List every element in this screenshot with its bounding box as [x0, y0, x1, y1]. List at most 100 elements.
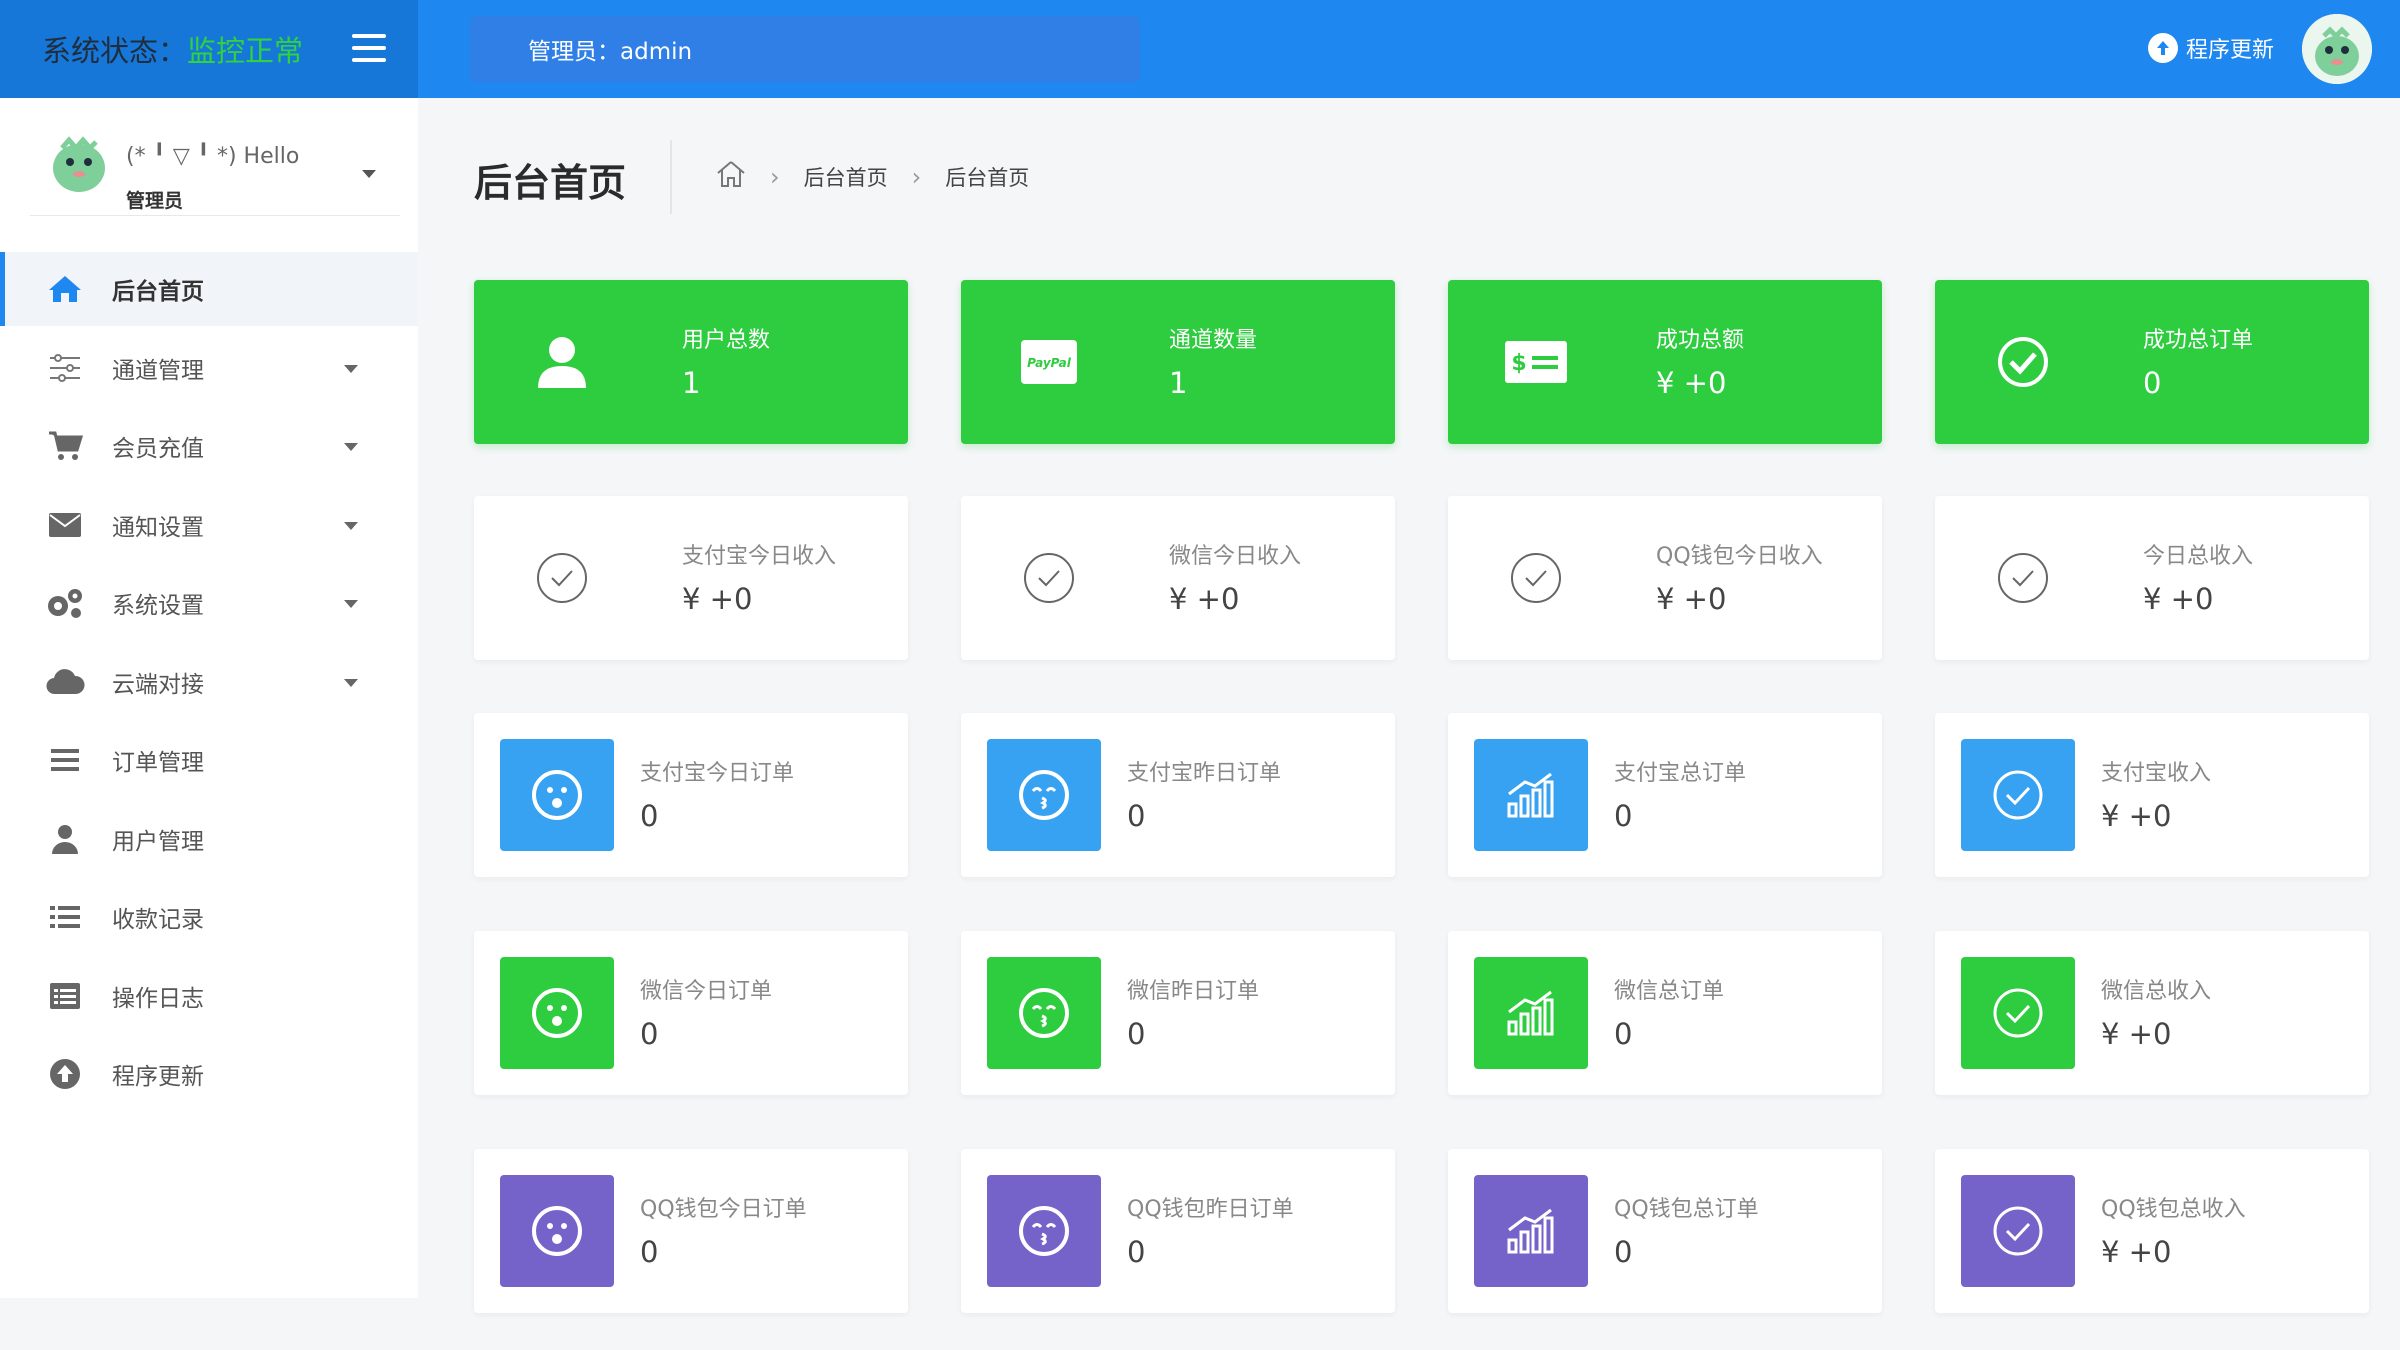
admin-info-bar: 管理员：admin — [470, 16, 1140, 82]
stat-title: 成功总订单 — [2143, 328, 2254, 353]
sidebar-item-dashboard[interactable]: 后台首页 — [0, 252, 418, 326]
stat-value: ¥ +0 — [1656, 366, 1727, 400]
stat-card-users[interactable]: 用户总数 1 — [474, 280, 908, 444]
chevron-down-icon[interactable] — [362, 170, 376, 178]
user-panel[interactable]: (* ╹ ▽ ╹ *) Hello 管理员 — [30, 118, 400, 216]
sidebar-item-system-settings[interactable]: 系统设置 — [0, 566, 418, 640]
stat-card-wechat-total-orders[interactable]: 微信总订单 0 — [1448, 931, 1882, 1095]
sidebar-item-notifications[interactable]: 通知设置 — [0, 488, 418, 562]
stat-card-total-amount[interactable]: $ 成功总额 ¥ +0 — [1448, 280, 1882, 444]
sidebar-item-orders[interactable]: 订单管理 — [0, 723, 418, 797]
program-update-label: 程序更新 — [2186, 38, 2275, 63]
bar-chart-icon — [1474, 739, 1588, 851]
upload-arrow-icon — [2148, 33, 2178, 63]
surprise-face-icon — [500, 957, 614, 1069]
title-divider — [670, 140, 672, 214]
stat-card-alipay-yesterday-orders[interactable]: 支付宝昨日订单 0 — [961, 713, 1395, 877]
stat-title: 微信总收入 — [2101, 979, 2212, 1004]
stat-value: 0 — [2143, 366, 2162, 400]
sidebar-item-label: 通知设置 — [112, 514, 204, 541]
stat-title: 支付宝今日订单 — [640, 761, 795, 786]
stat-value: ¥ +0 — [2101, 1017, 2172, 1051]
stat-value: 0 — [1127, 799, 1146, 833]
sidebar-item-label: 程序更新 — [112, 1064, 204, 1090]
sidebar-avatar-icon — [44, 128, 114, 198]
sidebar-item-payments[interactable]: 收款记录 — [0, 880, 418, 954]
kiss-face-icon — [987, 957, 1101, 1069]
surprise-face-icon — [500, 1175, 614, 1287]
stat-card-wechat-today-orders[interactable]: 微信今日订单 0 — [474, 931, 908, 1095]
menu-toggle-icon[interactable] — [352, 34, 386, 62]
stat-card-wechat-total-income[interactable]: 微信总收入 ¥ +0 — [1935, 931, 2369, 1095]
stat-value: 1 — [1169, 366, 1188, 400]
sidebar-item-label: 收款记录 — [112, 907, 204, 933]
sidebar-item-users[interactable]: 用户管理 — [0, 802, 418, 876]
sidebar-item-cloud[interactable]: 云端对接 — [0, 645, 418, 719]
stat-title: 微信今日订单 — [640, 979, 773, 1004]
list-icon — [44, 900, 86, 934]
sliders-icon — [44, 351, 86, 385]
chevron-down-icon — [344, 521, 358, 530]
stat-card-today-total-income[interactable]: 今日总收入 ¥ +0 — [1935, 496, 2369, 660]
stat-card-wechat-yesterday-orders[interactable]: 微信昨日订单 0 — [961, 931, 1395, 1095]
stat-title: 今日总收入 — [2143, 544, 2254, 569]
sidebar-item-label: 操作日志 — [112, 985, 204, 1012]
stat-card-qq-today-orders[interactable]: QQ钱包今日订单 0 — [474, 1149, 908, 1313]
user-avatar-icon[interactable] — [2302, 14, 2372, 84]
envelope-icon — [44, 508, 86, 542]
breadcrumb-link[interactable]: 后台首页 — [804, 162, 888, 192]
paypal-icon: PayPal — [1017, 330, 1081, 394]
stat-card-channels[interactable]: PayPal 通道数量 1 — [961, 280, 1395, 444]
check-circle-icon — [1504, 546, 1568, 610]
stat-title: 支付宝总订单 — [1614, 761, 1747, 786]
sidebar-item-label: 订单管理 — [112, 750, 204, 776]
log-icon — [44, 979, 86, 1013]
stat-title: 支付宝昨日订单 — [1127, 761, 1282, 786]
sidebar-item-update[interactable]: 程序更新 — [0, 1037, 418, 1111]
breadcrumb-current: 后台首页 — [945, 165, 1030, 190]
stat-card-total-orders[interactable]: 成功总订单 0 — [1935, 280, 2369, 444]
page-title: 后台首页 — [474, 161, 627, 205]
surprise-face-icon — [500, 739, 614, 851]
program-update-button[interactable]: 程序更新 — [2148, 32, 2274, 64]
stat-card-alipay-today-income[interactable]: 支付宝今日收入 ¥ +0 — [474, 496, 908, 660]
stat-card-qq-total-income[interactable]: QQ钱包总收入 ¥ +0 — [1935, 1149, 2369, 1313]
chevron-down-icon — [344, 443, 358, 451]
gears-icon — [44, 586, 86, 620]
stat-value: 0 — [640, 1235, 659, 1269]
stat-value: 0 — [1614, 1017, 1633, 1051]
stat-card-alipay-income[interactable]: 支付宝收入 ¥ +0 — [1935, 713, 2369, 877]
system-status-value: 监控正常 — [187, 34, 304, 68]
stat-value: 0 — [1127, 1235, 1146, 1269]
chevron-right-icon: › — [911, 162, 922, 191]
stat-title: 微信今日收入 — [1169, 544, 1302, 569]
check-circle-icon — [1017, 546, 1081, 610]
sidebar-item-label: 云端对接 — [112, 671, 204, 698]
breadcrumb: › 后台首页 › 后台首页 — [716, 160, 1029, 193]
stat-value: ¥ +0 — [2101, 1235, 2172, 1269]
stat-title: 用户总数 — [682, 328, 771, 353]
stat-card-qq-today-income[interactable]: QQ钱包今日收入 ¥ +0 — [1448, 496, 1882, 660]
stat-title: 微信昨日订单 — [1127, 979, 1260, 1004]
stat-value: ¥ +0 — [682, 582, 753, 616]
stat-card-qq-total-orders[interactable]: QQ钱包总订单 0 — [1448, 1149, 1882, 1313]
sidebar-item-label: 用户管理 — [112, 828, 204, 855]
money-bill-icon: $ — [1504, 330, 1568, 394]
stat-value: 0 — [1127, 1017, 1146, 1051]
sidebar-item-channels[interactable]: 通道管理 — [0, 331, 418, 405]
home-icon[interactable] — [716, 160, 746, 193]
sidebar-menu: 后台首页 通道管理 会员充值 通知设置 系统设置 云端对接 订单管理 用户管理 … — [0, 252, 418, 1116]
stat-value: 0 — [1614, 799, 1633, 833]
user-greeting: (* ╹ ▽ ╹ *) Hello — [126, 144, 300, 169]
sidebar-item-label: 通道管理 — [112, 357, 204, 384]
stat-card-qq-yesterday-orders[interactable]: QQ钱包昨日订单 0 — [961, 1149, 1395, 1313]
stat-card-alipay-total-orders[interactable]: 支付宝总订单 0 — [1448, 713, 1882, 877]
user-role: 管理员 — [126, 190, 184, 212]
stat-card-alipay-today-orders[interactable]: 支付宝今日订单 0 — [474, 713, 908, 877]
sidebar-item-logs[interactable]: 操作日志 — [0, 959, 418, 1033]
admin-info-text: 管理员：admin — [528, 39, 693, 65]
stat-card-wechat-today-income[interactable]: 微信今日收入 ¥ +0 — [961, 496, 1395, 660]
sidebar-item-recharge[interactable]: 会员充值 — [0, 409, 418, 483]
check-circle-icon — [1961, 739, 2075, 851]
stat-value: ¥ +0 — [1169, 582, 1240, 616]
